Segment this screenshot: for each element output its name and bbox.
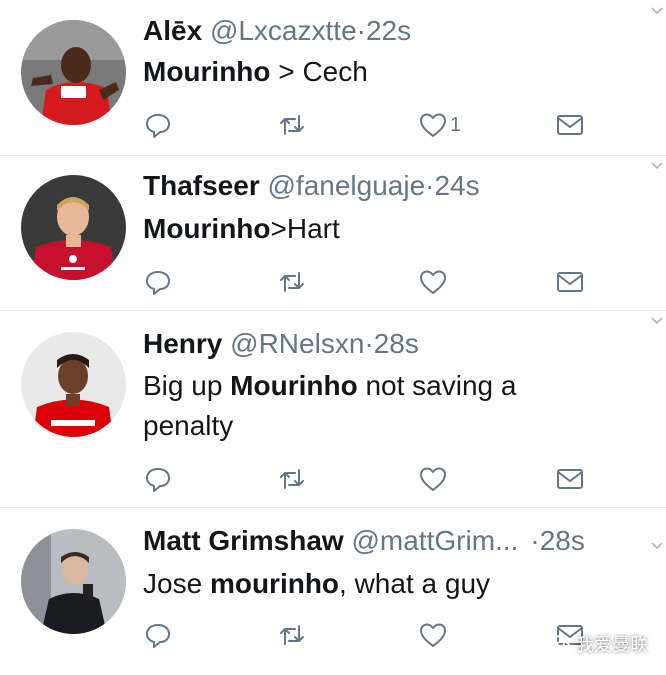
display-name[interactable]: Thafseer <box>143 170 260 201</box>
tweet-text-segment: >Hart <box>270 213 340 244</box>
chevron-down-icon[interactable] <box>650 539 664 553</box>
envelope-icon <box>557 272 583 292</box>
avatar-image <box>21 20 126 125</box>
separator-dot: · <box>364 328 374 359</box>
watermark-text: 我爱曼联 <box>576 635 648 655</box>
reply-icon <box>146 114 170 138</box>
tweet-text-segment: mourinho <box>209 568 340 599</box>
timestamp[interactable]: 22s <box>366 15 411 46</box>
tweet-text: Mourinho > Cech <box>143 52 643 92</box>
tweet-actions <box>143 462 603 496</box>
tweet[interactable]: Henry @RNelsxn·28s Big up Mourinho not s… <box>0 310 666 508</box>
tweet[interactable]: Thafseer @fanelguaje·24s Mourinho>Hart <box>0 155 666 311</box>
display-name[interactable]: Alēx <box>143 15 202 46</box>
avatar[interactable] <box>21 332 126 437</box>
reply-button[interactable] <box>143 265 173 299</box>
chevron-down-icon[interactable] <box>650 4 664 18</box>
retweet-button[interactable] <box>277 618 307 652</box>
envelope-icon <box>557 115 583 135</box>
tweet-text-segment: , what a guy <box>339 568 491 599</box>
user-handle[interactable]: @mattGrim... <box>351 525 518 556</box>
tweet-text-segment: Mourinho <box>230 370 358 401</box>
direct-message-button[interactable] <box>555 265 585 299</box>
avatar[interactable] <box>21 20 126 125</box>
avatar-image <box>21 529 126 634</box>
avatar-image <box>21 332 126 437</box>
reply-button[interactable] <box>143 462 173 496</box>
tweet-header: Matt Grimshaw @mattGrim... ·28s <box>143 524 585 558</box>
retweet-icon <box>280 272 304 292</box>
tweet-text-segment: Mourinho <box>143 213 271 244</box>
tweet-text: Big up Mourinho not saving a penalty <box>143 366 603 446</box>
wechat-icon <box>547 635 571 653</box>
tweet-text-segment: Big up <box>143 370 231 401</box>
envelope-icon <box>557 469 583 489</box>
tweet-text-segment: Jose <box>143 568 210 599</box>
display-name[interactable]: Matt Grimshaw <box>143 525 344 556</box>
reply-button[interactable] <box>143 618 173 652</box>
like-button[interactable] <box>418 462 450 496</box>
retweet-icon <box>280 469 304 489</box>
retweet-button[interactable] <box>277 108 307 142</box>
retweet-icon <box>280 625 304 645</box>
tweet-header: Alēx @Lxcazxtte·22s <box>143 14 411 48</box>
tweet-actions: 1 <box>143 108 603 142</box>
direct-message-button[interactable] <box>555 108 585 142</box>
heart-icon <box>420 270 446 294</box>
reply-icon <box>146 468 170 492</box>
like-button[interactable] <box>418 265 450 299</box>
tweet-actions <box>143 265 603 299</box>
reply-icon <box>146 624 170 648</box>
chevron-down-icon[interactable] <box>650 314 664 328</box>
tweet-text: Mourinho>Hart <box>143 209 643 249</box>
heart-icon <box>420 467 446 491</box>
avatar[interactable] <box>21 529 126 634</box>
separator-dot: · <box>530 525 540 556</box>
tweet-header: Henry @RNelsxn·28s <box>143 327 419 361</box>
user-handle[interactable]: @fanelguaje <box>268 170 426 201</box>
tweet-header: Thafseer @fanelguaje·24s <box>143 169 480 203</box>
heart-icon <box>420 113 446 137</box>
user-handle[interactable]: @Lxcazxtte <box>210 15 357 46</box>
timestamp[interactable]: 28s <box>374 328 419 359</box>
timestamp[interactable]: 28s <box>540 525 585 556</box>
avatar-image <box>21 175 126 280</box>
avatar[interactable] <box>21 175 126 280</box>
timestamp[interactable]: 24s <box>434 170 479 201</box>
retweet-icon <box>280 115 304 135</box>
heart-icon <box>420 623 446 647</box>
tweet-text: Jose mourinho, what a guy <box>143 564 643 604</box>
retweet-button[interactable] <box>277 462 307 496</box>
like-button[interactable] <box>418 618 450 652</box>
like-button[interactable]: 1 <box>418 108 461 142</box>
tweet[interactable]: Alēx @Lxcazxtte·22s Mourinho > Cech 1 <box>0 0 666 156</box>
watermark: 我爱曼联 <box>546 631 648 657</box>
retweet-button[interactable] <box>277 265 307 299</box>
user-handle[interactable]: @RNelsxn <box>230 328 364 359</box>
tweet-text-segment: > Cech <box>270 56 368 87</box>
tweet-text-segment: Mourinho <box>143 56 271 87</box>
like-count: 1 <box>450 113 462 136</box>
chevron-down-icon[interactable] <box>650 159 664 173</box>
reply-button[interactable] <box>143 108 173 142</box>
direct-message-button[interactable] <box>555 462 585 496</box>
separator-dot: · <box>356 15 366 46</box>
reply-icon <box>146 271 170 295</box>
display-name[interactable]: Henry <box>143 328 222 359</box>
tweet-actions <box>143 618 603 652</box>
